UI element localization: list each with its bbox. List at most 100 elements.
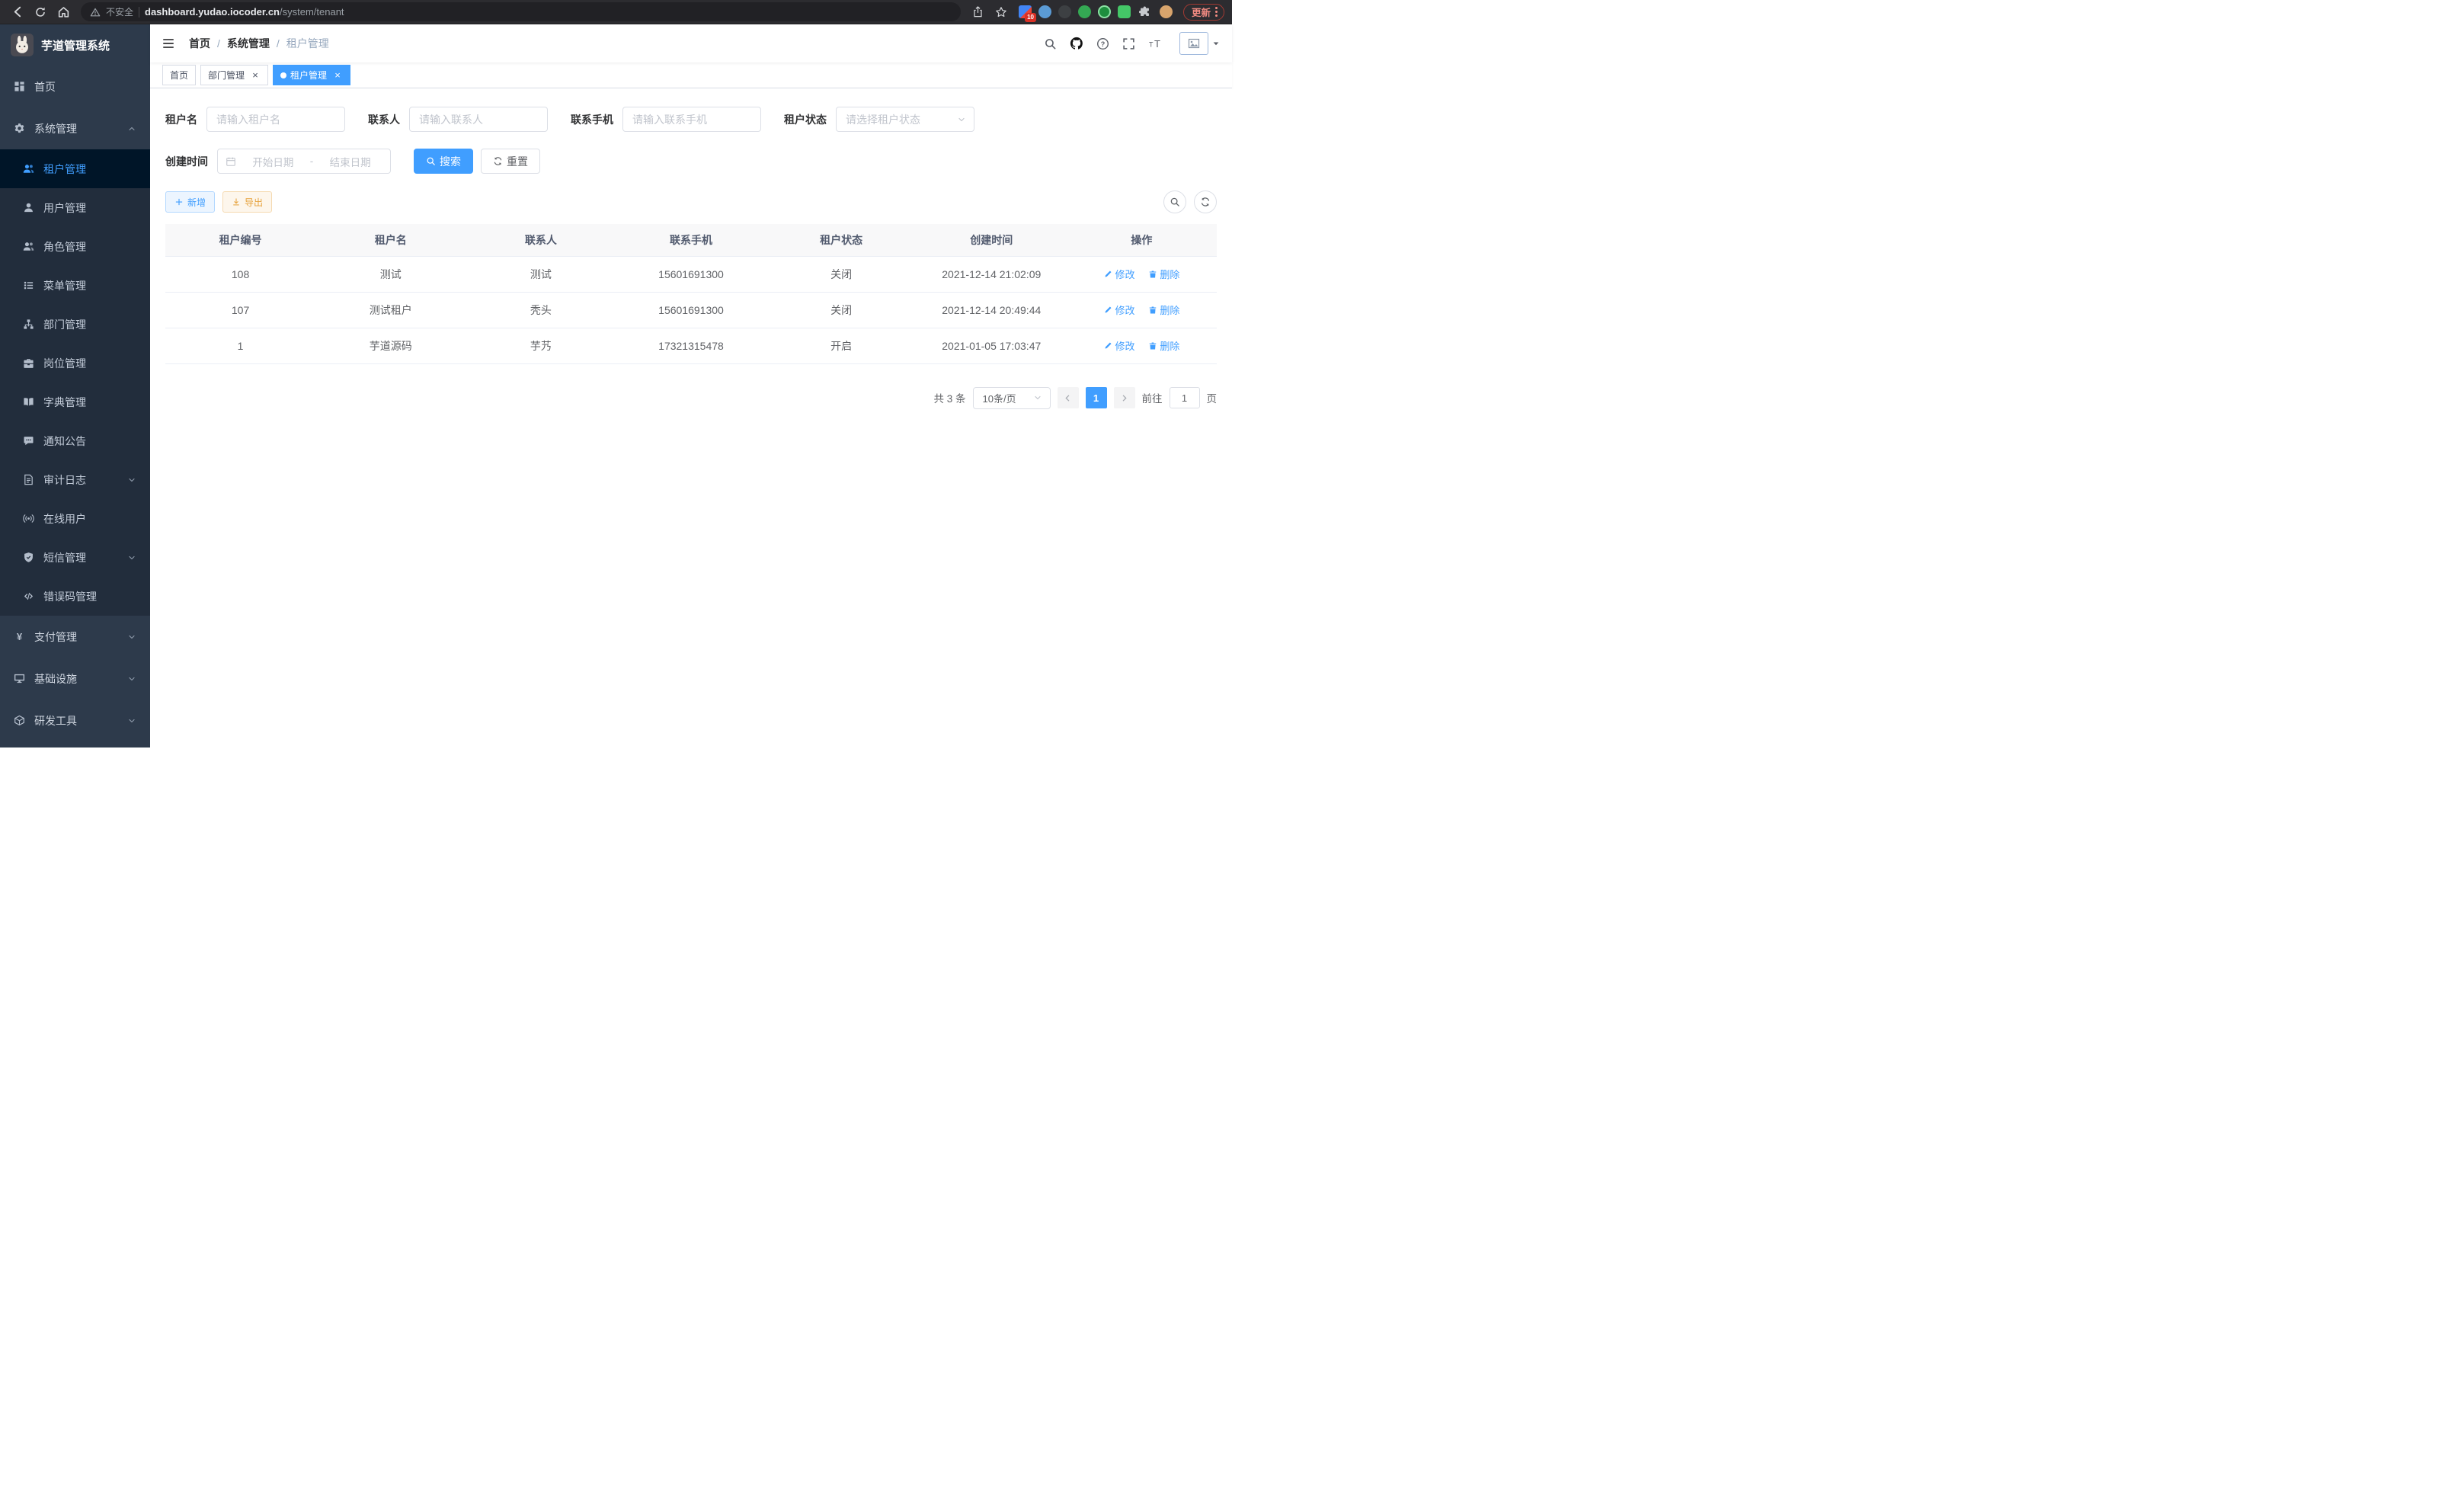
profile-avatar[interactable] — [1160, 5, 1173, 18]
edit-link[interactable]: 修改 — [1103, 267, 1134, 281]
refresh-table-button[interactable] — [1194, 190, 1217, 213]
col-tenant-name: 租户名 — [315, 224, 466, 256]
delete-link[interactable]: 删除 — [1148, 303, 1179, 317]
search-button[interactable]: 搜索 — [414, 149, 473, 174]
export-button[interactable]: 导出 — [222, 191, 272, 213]
header-search-icon[interactable] — [1044, 37, 1057, 50]
sidebar-item-notice[interactable]: 通知公告 — [0, 421, 150, 460]
sidebar-item-online-user[interactable]: 在线用户 — [0, 499, 150, 538]
sidebar-item-user[interactable]: 用户管理 — [0, 188, 150, 227]
contact-cell: 芋艿 — [466, 328, 616, 363]
sidebar-item-infra[interactable]: 基础设施 — [0, 658, 150, 699]
extension-icon[interactable] — [1038, 5, 1051, 18]
sidebar-item-dev-tool[interactable]: 研发工具 — [0, 699, 150, 741]
chevron-down-icon — [127, 716, 136, 725]
refresh-icon — [493, 156, 503, 166]
browser-menu-icon[interactable] — [1215, 7, 1218, 17]
edit-link[interactable]: 修改 — [1103, 338, 1134, 353]
extension-icon[interactable] — [1058, 5, 1071, 18]
contact-input[interactable] — [409, 107, 548, 132]
page-number-button[interactable]: 1 — [1086, 387, 1107, 408]
reset-button[interactable]: 重置 — [481, 149, 540, 174]
sidebar-item-post[interactable]: 岗位管理 — [0, 344, 150, 383]
fullscreen-icon[interactable] — [1122, 37, 1135, 50]
col-created: 创建时间 — [917, 224, 1067, 256]
tenant-status-select[interactable]: 请选择租户状态 — [836, 107, 974, 132]
code-icon — [23, 591, 34, 602]
add-button[interactable]: 新增 — [165, 191, 215, 213]
sidebar: 芋道管理系统 首页 系统管理 租户管理 用户管理 — [0, 24, 150, 748]
goto-page-input[interactable] — [1170, 387, 1200, 408]
breadcrumb-home[interactable]: 首页 — [189, 36, 227, 51]
tab-label: 租户管理 — [290, 69, 327, 82]
plus-icon — [174, 197, 184, 206]
shield-icon — [23, 552, 34, 563]
extension-icon[interactable]: 10 — [1019, 5, 1032, 18]
tab-dept[interactable]: 部门管理 × — [200, 65, 268, 85]
edit-link[interactable]: 修改 — [1103, 303, 1134, 317]
tab-close-icon[interactable]: × — [250, 70, 261, 81]
extensions-puzzle-icon[interactable] — [1138, 2, 1153, 22]
tab-label: 首页 — [170, 69, 188, 82]
bookmark-star-icon[interactable] — [991, 2, 1011, 22]
browser-back-button[interactable] — [8, 2, 27, 22]
extension-icon[interactable] — [1118, 5, 1131, 18]
create-time-range-picker[interactable]: 开始日期 - 结束日期 — [217, 149, 391, 174]
extension-badge: 10 — [1025, 13, 1036, 22]
sidebar-item-role[interactable]: 角色管理 — [0, 227, 150, 266]
phone-cell: 15601691300 — [616, 292, 766, 328]
page-size-select[interactable]: 10条/页 — [973, 387, 1051, 409]
broken-image-icon — [1188, 37, 1200, 50]
extension-icon[interactable] — [1078, 5, 1091, 18]
tab-close-icon[interactable]: × — [332, 70, 343, 81]
delete-link[interactable]: 删除 — [1148, 267, 1179, 281]
sidebar-toggle-icon[interactable] — [162, 37, 175, 50]
toggle-search-button[interactable] — [1163, 190, 1186, 213]
sidebar-item-tenant[interactable]: 租户管理 — [0, 149, 150, 188]
sidebar-item-label: 审计日志 — [43, 472, 86, 488]
sidebar-item-home[interactable]: 首页 — [0, 66, 150, 107]
add-button-label: 新增 — [187, 196, 206, 209]
browser-home-button[interactable] — [53, 2, 73, 22]
sidebar-item-error-code[interactable]: 错误码管理 — [0, 577, 150, 616]
book-icon — [23, 396, 34, 408]
tenant-id-cell: 107 — [165, 292, 315, 328]
total-count: 共 3 条 — [933, 390, 965, 405]
phone-cell: 17321315478 — [616, 328, 766, 363]
browser-reload-button[interactable] — [30, 2, 50, 22]
share-icon[interactable] — [968, 2, 988, 22]
sidebar-item-dept[interactable]: 部门管理 — [0, 305, 150, 344]
next-page-button[interactable] — [1114, 387, 1135, 408]
tab-tenant[interactable]: 租户管理 × — [273, 65, 350, 85]
search-button-label: 搜索 — [440, 154, 461, 169]
github-icon[interactable] — [1070, 37, 1083, 50]
font-size-icon[interactable] — [1148, 37, 1163, 50]
roles-icon — [23, 241, 34, 252]
address-bar[interactable]: 不安全 dashboard.yudao.iocoder.cn/system/te… — [81, 2, 961, 21]
sidebar-item-menu[interactable]: 菜单管理 — [0, 266, 150, 305]
select-placeholder: 请选择租户状态 — [846, 112, 920, 127]
user-avatar[interactable] — [1179, 32, 1221, 55]
sidebar-item-sms[interactable]: 短信管理 — [0, 538, 150, 577]
phone-input[interactable] — [622, 107, 761, 132]
tenant-name-input[interactable] — [206, 107, 345, 132]
sidebar-item-system[interactable]: 系统管理 — [0, 107, 150, 149]
delete-link[interactable]: 删除 — [1148, 338, 1179, 353]
extension-icons: 10 — [1019, 2, 1173, 22]
tab-home[interactable]: 首页 — [162, 65, 196, 85]
col-actions: 操作 — [1067, 224, 1217, 256]
tenant-table: 租户编号 租户名 联系人 联系手机 租户状态 创建时间 操作 108 测试 测试 — [165, 224, 1217, 364]
prev-page-button[interactable] — [1058, 387, 1079, 408]
status-cell: 关闭 — [766, 256, 917, 292]
sidebar-item-audit-log[interactable]: 审计日志 — [0, 460, 150, 499]
sidebar-item-label: 研发工具 — [34, 713, 77, 728]
sidebar-item-pay[interactable]: 支付管理 — [0, 616, 150, 658]
update-button[interactable]: 更新 — [1183, 4, 1224, 21]
actions-cell: 修改 删除 — [1067, 292, 1217, 328]
trash-icon — [1148, 341, 1157, 351]
sidebar-item-dict[interactable]: 字典管理 — [0, 383, 150, 421]
extension-icon[interactable] — [1098, 5, 1111, 18]
breadcrumb-system[interactable]: 系统管理 — [227, 36, 286, 51]
app-logo[interactable]: 芋道管理系统 — [0, 24, 150, 66]
help-icon[interactable] — [1096, 37, 1109, 50]
